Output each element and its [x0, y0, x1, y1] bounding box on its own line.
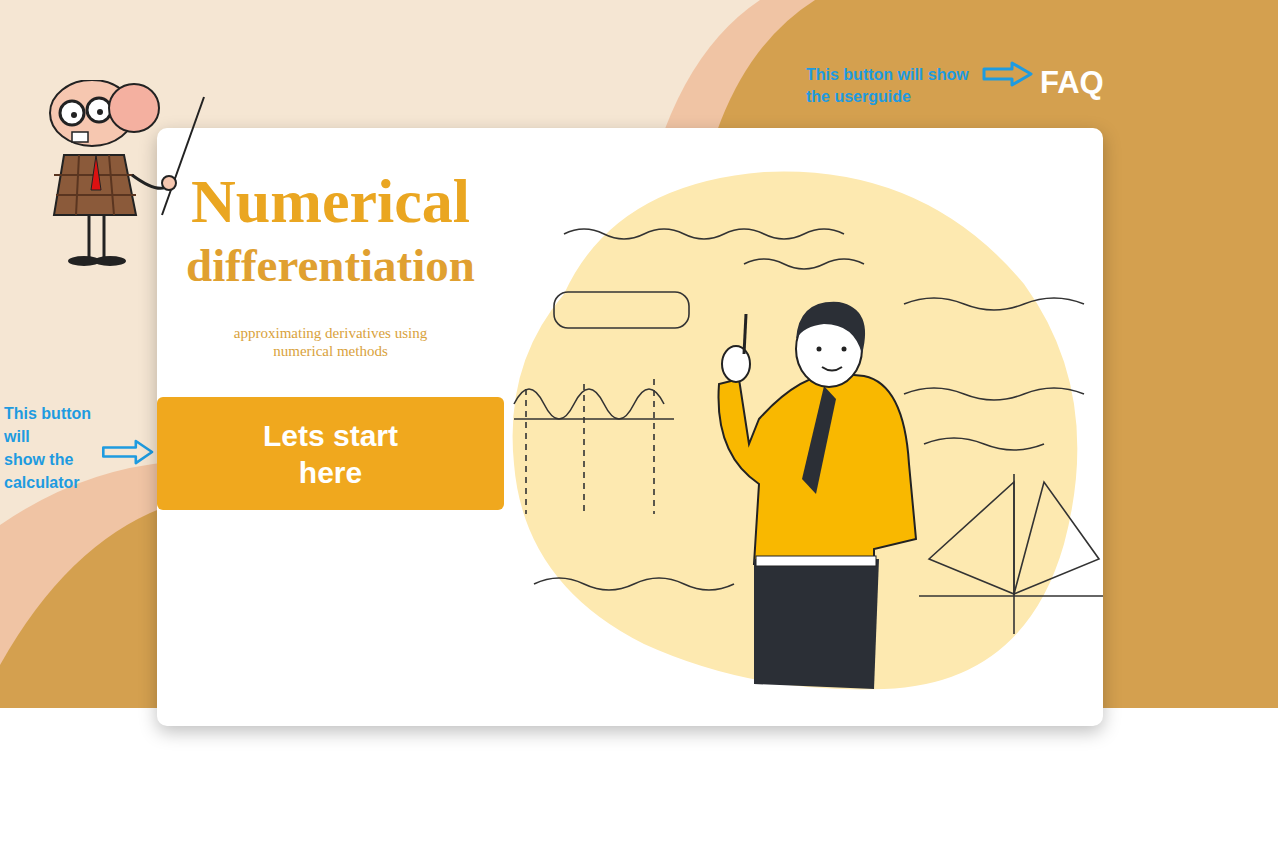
title: Numerical — [191, 166, 470, 236]
professor-illustration — [44, 80, 209, 270]
header: This button will show the userguide FAQ — [0, 0, 1278, 128]
teacher-illustration — [504, 128, 1103, 726]
hero-card: Numerical differentiation approximating … — [157, 128, 1103, 726]
arrow-right-icon — [982, 61, 1034, 87]
faq-annotation: This button will show the userguide — [806, 64, 982, 108]
arrow-right-icon — [102, 432, 154, 472]
start-button[interactable]: Lets start here — [157, 397, 504, 510]
start-annotation: This button will show the calculator — [4, 402, 104, 494]
title-second: differentiation — [186, 236, 475, 294]
subtitle: approximating derivatives using numerica… — [216, 324, 446, 360]
faq-button[interactable]: FAQ — [1040, 65, 1104, 101]
